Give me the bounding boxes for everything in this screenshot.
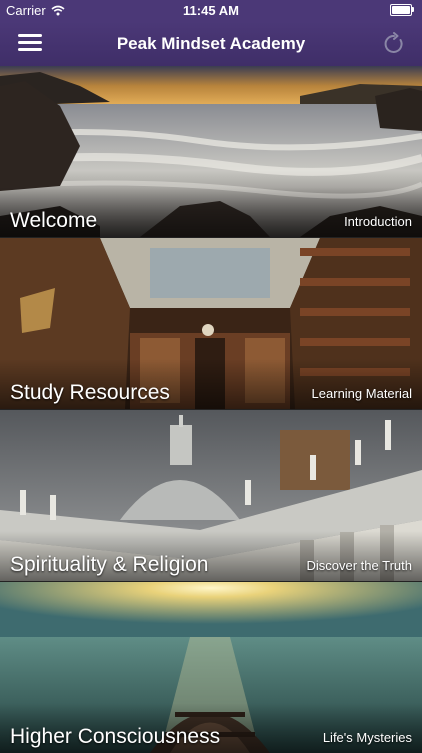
navigation-bar: Peak Mindset Academy (0, 22, 422, 66)
battery-fill (392, 6, 410, 14)
battery-tip (412, 7, 414, 12)
status-bar: Carrier 11:45 AM (0, 0, 422, 22)
cell-title: Spirituality & Religion (10, 553, 209, 576)
cell-title: Higher Consciousness (10, 725, 221, 748)
cell-subtitle: Discover the Truth (306, 558, 413, 573)
cell-subtitle: Life's Mysteries (322, 730, 412, 745)
cell-spirituality[interactable]: Spirituality & Religion Discover the Tru… (0, 409, 422, 581)
category-list: Welcome Introduction Study Resources Lea… (0, 66, 422, 753)
cell-subtitle: Introduction (344, 214, 412, 229)
cell-study-resources[interactable]: Study Resources Learning Material (0, 237, 422, 409)
page-title: Peak Mindset Academy (116, 34, 306, 53)
cell-title: Welcome (10, 209, 98, 232)
refresh-icon[interactable] (382, 32, 406, 56)
cell-higher-consciousness[interactable]: Higher Consciousness Life's Mysteries (0, 581, 422, 753)
cell-subtitle: Learning Material (311, 386, 412, 401)
cell-welcome[interactable]: Welcome Introduction (0, 66, 422, 237)
status-time: 11:45 AM (183, 3, 239, 18)
cell-title: Study Resources (10, 381, 170, 404)
battery-icon (390, 4, 414, 16)
battery-outline (390, 4, 412, 16)
